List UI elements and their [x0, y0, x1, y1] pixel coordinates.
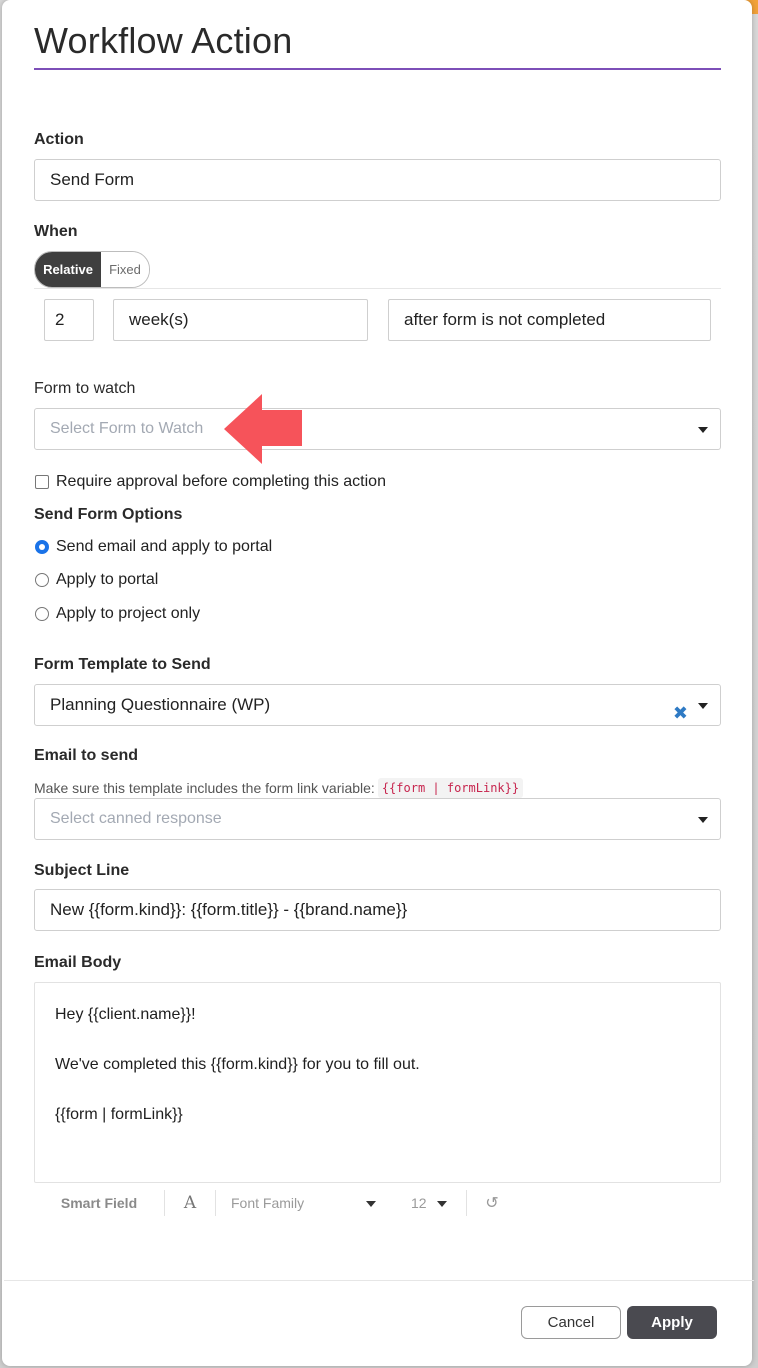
- title-underline: [34, 68, 721, 70]
- form-to-watch-label: Form to watch: [34, 380, 136, 397]
- when-unit-field[interactable]: week(s): [113, 299, 368, 341]
- radio-apply-to-portal[interactable]: Apply to portal: [34, 571, 158, 589]
- send-form-options-label: Send Form Options: [34, 506, 183, 523]
- email-to-send-hint: Make sure this template includes the for…: [34, 778, 524, 798]
- apply-button[interactable]: Apply: [627, 1306, 717, 1339]
- subject-line-label: Subject Line: [34, 862, 130, 879]
- radio-send-email-and-portal[interactable]: Send email and apply to portal: [34, 538, 272, 556]
- form-link-variable: {{form | formLink}}: [377, 778, 524, 798]
- font-size-value: 12: [411, 1195, 427, 1211]
- email-body-label: Email Body: [34, 954, 122, 971]
- when-condition-field[interactable]: after form is not completed: [388, 299, 711, 341]
- canned-response-placeholder: Select canned response: [50, 810, 222, 827]
- when-amount-input[interactable]: 2: [44, 299, 94, 341]
- hint-text: Make sure this template includes the for…: [34, 780, 375, 796]
- form-to-watch-placeholder: Select Form to Watch: [50, 420, 204, 437]
- form-template-label: Form Template to Send: [34, 656, 211, 673]
- radio-label: Send email and apply to portal: [56, 538, 273, 555]
- when-label: When: [34, 223, 78, 240]
- require-approval-row[interactable]: Require approval before completing this …: [34, 473, 386, 491]
- font-family-label: Font Family: [231, 1195, 305, 1211]
- subject-line-input[interactable]: New {{form.kind}}: {{form.title}} - {{br…: [34, 889, 721, 931]
- modal-title: Workflow Action: [34, 20, 293, 61]
- form-template-select[interactable]: Planning Questionnaire (WP) ✖: [34, 684, 721, 726]
- radio-apply-to-project-only[interactable]: Apply to project only: [34, 605, 200, 623]
- action-field[interactable]: Send Form: [34, 159, 721, 201]
- chevron-down-icon: [366, 1201, 376, 1207]
- left-arrow-annotation-icon: [224, 394, 302, 464]
- require-approval-label: Require approval before completing this …: [56, 473, 386, 490]
- body-line: Hey {{client.name}}!: [55, 1006, 196, 1023]
- email-body-editor[interactable]: Hey {{client.name}}! We've completed thi…: [34, 982, 721, 1183]
- radio-label: Apply to portal: [56, 571, 159, 588]
- workflow-action-modal: Workflow Action Action Send Form When Re…: [2, 0, 754, 1366]
- email-to-send-label: Email to send: [34, 747, 139, 764]
- require-approval-checkbox[interactable]: [35, 475, 49, 489]
- toggle-relative[interactable]: Relative: [35, 252, 101, 287]
- when-divider: [34, 288, 721, 289]
- form-template-value: Planning Questionnaire (WP): [50, 695, 271, 714]
- clear-x-icon[interactable]: ✖: [673, 693, 688, 725]
- canned-response-select[interactable]: Select canned response: [34, 798, 721, 840]
- chevron-down-icon: [437, 1201, 447, 1207]
- font-size-select[interactable]: 12: [396, 1195, 466, 1211]
- radio-button[interactable]: [35, 607, 49, 621]
- when-toggle[interactable]: Relative Fixed: [34, 251, 150, 288]
- body-line: We've completed this {{form.kind}} for y…: [55, 1056, 420, 1073]
- radio-label: Apply to project only: [56, 605, 201, 622]
- chevron-down-icon: [698, 703, 708, 709]
- font-family-select[interactable]: Font Family: [216, 1195, 396, 1211]
- radio-button[interactable]: [35, 573, 49, 587]
- toggle-fixed[interactable]: Fixed: [101, 252, 149, 287]
- radio-button-checked[interactable]: [35, 540, 49, 554]
- cancel-button[interactable]: Cancel: [521, 1306, 621, 1339]
- action-label: Action: [34, 131, 84, 148]
- body-line: {{form | formLink}}: [55, 1106, 183, 1123]
- editor-toolbar: Smart Field A Font Family 12 ↺: [34, 1186, 721, 1220]
- smart-field-button[interactable]: Smart Field: [34, 1195, 164, 1211]
- chevron-down-icon: [698, 817, 708, 823]
- undo-icon[interactable]: ↺: [467, 1193, 517, 1213]
- font-icon[interactable]: A: [165, 1193, 215, 1213]
- chevron-down-icon: [698, 427, 708, 433]
- form-to-watch-select[interactable]: Select Form to Watch: [34, 408, 721, 450]
- footer-divider: [4, 1280, 754, 1281]
